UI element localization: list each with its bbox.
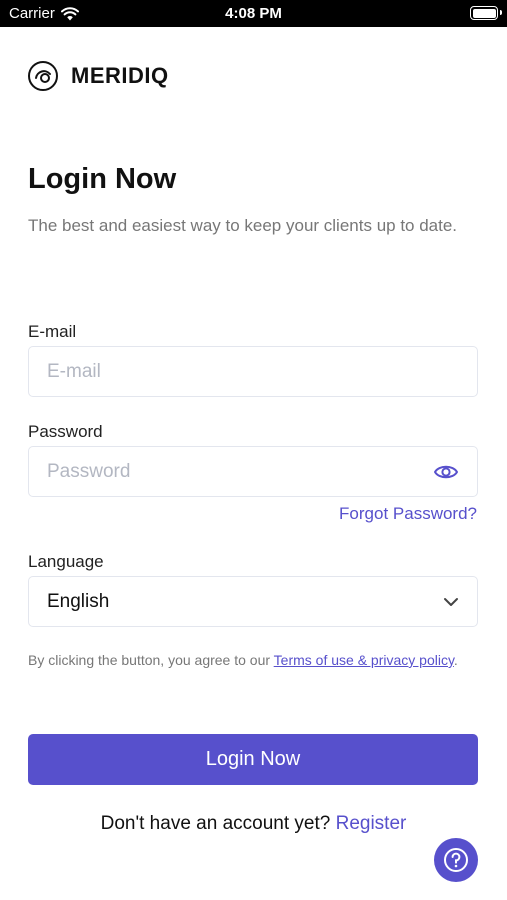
page-title: Login Now — [28, 163, 177, 195]
email-placeholder: E-mail — [47, 361, 101, 382]
status-time: 4:08 PM — [225, 5, 282, 22]
password-label: Password — [28, 422, 103, 441]
brand-name: MERIDIQ — [71, 63, 169, 88]
help-button[interactable] — [434, 838, 478, 882]
meridiq-logo-icon — [28, 61, 58, 91]
terms-notice: By clicking the button, you agree to our… — [28, 650, 478, 670]
email-label: E-mail — [28, 322, 77, 341]
brand-header: MERIDIQ — [27, 60, 169, 92]
help-icon — [444, 848, 468, 872]
terms-suffix: . — [453, 652, 458, 668]
email-field[interactable]: E-mail — [28, 346, 478, 397]
signup-text: Don't have an account yet? — [100, 813, 336, 834]
language-select[interactable]: English — [28, 576, 478, 627]
forgot-password-link[interactable]: Forgot Password? — [339, 504, 477, 524]
register-link[interactable]: Register — [336, 813, 407, 834]
eye-icon[interactable] — [433, 460, 459, 484]
terms-link[interactable]: Terms of use & privacy policy — [274, 652, 454, 668]
login-button[interactable]: Login Now — [28, 734, 478, 785]
terms-prefix: By clicking the button, you agree to our — [28, 652, 274, 668]
chevron-down-icon — [444, 598, 458, 606]
page-subtitle: The best and easiest way to keep your cl… — [28, 216, 458, 235]
battery-icon — [470, 6, 502, 20]
password-field[interactable]: Password — [28, 446, 478, 497]
signup-prompt: Don't have an account yet? Register — [0, 813, 507, 835]
language-selected-value: English — [47, 591, 110, 612]
status-bar: Carrier 4:08 PM — [0, 0, 507, 27]
language-label: Language — [28, 552, 104, 571]
password-placeholder: Password — [47, 461, 131, 482]
